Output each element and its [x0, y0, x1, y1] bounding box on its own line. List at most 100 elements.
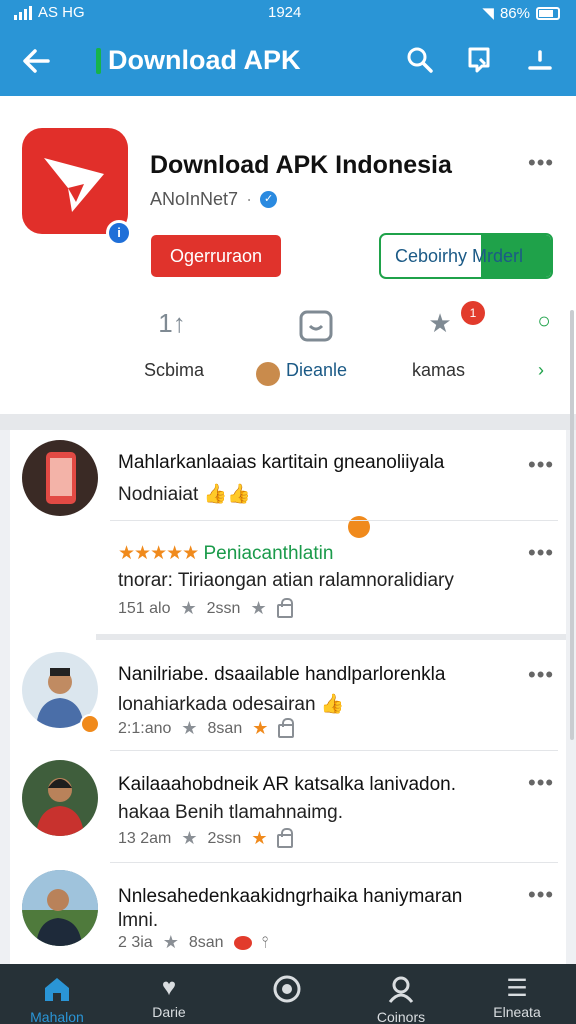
back-arrow-icon[interactable] — [18, 44, 54, 78]
avatar[interactable] — [22, 440, 98, 516]
review-title: Kailaaahobdneik AR katsalka lanivadon. — [118, 774, 457, 795]
review-meta: 151 alo ★ 2ssn ★ — [118, 597, 293, 619]
circle-icon[interactable]: ○ — [524, 308, 564, 344]
review-title: Nanilriabe. dsaailable handlparlorenkla — [118, 664, 446, 685]
pin-icon: ⫯ — [261, 933, 269, 951]
row-separator — [96, 634, 566, 640]
heart-icon: ♥ — [161, 974, 177, 1001]
wifi-icon: ◥ — [482, 5, 494, 22]
avatar[interactable] — [22, 870, 98, 946]
phone-photo-icon — [46, 452, 76, 504]
developer-name: ANoInNet7 — [150, 189, 239, 209]
review-subtitle: lonahiarkada odesairan 👍 — [118, 694, 345, 715]
reaction-icon — [233, 935, 252, 950]
bookmark-icon[interactable] — [464, 44, 496, 76]
record-icon — [273, 975, 301, 1003]
verified-icon: ✓ — [260, 191, 278, 208]
user-avatar-mini — [256, 362, 280, 386]
star-icon: ★ — [252, 718, 269, 738]
page-title: Download APK — [108, 45, 301, 75]
status-bar: AS HG 1924 ◥ 86% — [0, 0, 576, 28]
secondary-button-label: Ceboirhy Mrderl — [395, 246, 524, 266]
bottom-navigation: Mahalon ♥ Darie Coinors ☰ Elneata — [0, 964, 576, 1024]
review-more-icon[interactable]: ••• — [528, 664, 554, 686]
app-name: Download APK Indonesia — [150, 151, 452, 179]
nav-record[interactable] — [232, 964, 342, 1024]
review-title: Nnlesahedenkaakidngrhaika haniymaran — [118, 886, 463, 907]
nav-label: Coinors — [376, 1009, 426, 1024]
review-more-icon[interactable]: ••• — [528, 542, 554, 564]
review-meta: 2 3ia ★ 8san ⫯ — [118, 932, 269, 952]
search-icon[interactable] — [404, 44, 436, 76]
nav-menu[interactable]: ☰ Elneata — [462, 964, 572, 1024]
nav-label: Mahalon — [30, 1009, 84, 1024]
primary-action-button[interactable]: Ogerruraon — [151, 235, 281, 277]
app-logo — [22, 128, 128, 234]
info-badge-icon: i — [106, 220, 132, 246]
review-more-icon[interactable]: ••• — [528, 454, 554, 476]
row-separator — [110, 750, 558, 751]
status-dot — [80, 714, 100, 734]
menu-icon: ☰ — [506, 975, 528, 1002]
play-arrow-icon — [44, 158, 104, 212]
review-subtitle: lmni. — [118, 910, 159, 931]
stat-label: Dieanle — [286, 360, 348, 380]
person-photo-icon — [22, 870, 98, 946]
home-icon — [45, 978, 69, 1001]
smile-icon[interactable] — [296, 308, 336, 344]
lock-icon — [276, 597, 293, 618]
nav-label: Darie — [152, 1004, 186, 1020]
row-separator — [110, 862, 558, 863]
review-subtitle: Nodniaiat 👍👍 — [118, 484, 251, 505]
nav-label: Elneata — [493, 1004, 541, 1020]
section-divider — [0, 414, 576, 430]
app-header-card: i Download APK Indonesia ANoInNet7 · ✓ •… — [0, 96, 576, 414]
title-accent — [96, 48, 101, 74]
star-icon: ★ — [181, 718, 198, 738]
download-icon[interactable] — [524, 44, 556, 76]
lock-icon — [277, 827, 294, 848]
review-title: Mahlarkanlaaias kartitain gneanoliiyala — [118, 452, 445, 473]
review-subtitle: tnorar: Tiriaongan atian ralamnoralidiar… — [118, 570, 454, 591]
star-icon: ★ — [181, 828, 198, 848]
rating-stars: ★★★★★ — [118, 543, 199, 564]
review-meta: 13 2am ★ 2ssn ★ — [118, 827, 294, 849]
reaction-icon: 👍 — [320, 694, 345, 715]
avatar[interactable] — [22, 760, 98, 836]
reaction-icon: 👍👍 — [203, 484, 251, 505]
star-icon: ★ — [250, 598, 267, 618]
star-icon[interactable]: ★ — [420, 308, 460, 344]
star-icon: ★ — [162, 932, 179, 952]
carrier-label: AS HG — [38, 4, 85, 21]
notification-badge: 1 — [461, 301, 485, 325]
review-more-icon[interactable]: ••• — [528, 772, 554, 794]
nav-home[interactable]: Mahalon — [2, 964, 112, 1024]
battery-percent: 86% — [499, 4, 530, 22]
secondary-action-button[interactable]: Ceboirhy Mrderl — [379, 233, 553, 279]
app-bar: Download APK — [0, 36, 576, 86]
signal-icon — [14, 5, 32, 20]
sort-icon[interactable]: 1↑ — [152, 308, 192, 344]
chevron-right-icon[interactable]: › — [538, 360, 544, 381]
stat-label: kamas — [412, 360, 466, 380]
person-photo-icon — [36, 778, 84, 836]
scrollbar[interactable] — [570, 310, 574, 740]
stat-label: Scbima — [144, 360, 205, 380]
more-options-icon[interactable]: ••• — [528, 152, 554, 174]
lock-icon — [278, 717, 295, 738]
top-bar: AS HG 1924 ◥ 86% Download APK — [0, 0, 576, 96]
review-subtitle: hakaa Benih tlamahnaimg. — [118, 802, 343, 823]
review-title: ★★★★★ Peniacanthlatin — [118, 543, 334, 564]
review-meta: 2:1:ano ★ 8san ★ — [118, 717, 295, 739]
review-more-icon[interactable]: ••• — [528, 884, 554, 906]
review-list: Mahlarkanlaaias kartitain gneanoliiyala … — [10, 430, 566, 964]
battery-icon — [536, 6, 560, 20]
nav-profile[interactable]: Coinors — [346, 964, 456, 1024]
clock: 1924 — [268, 4, 302, 21]
star-icon: ★ — [180, 598, 197, 618]
profile-icon — [388, 976, 414, 1003]
row-separator — [110, 520, 558, 521]
star-icon: ★ — [251, 828, 268, 848]
nav-favorites[interactable]: ♥ Darie — [114, 964, 224, 1024]
developer-row[interactable]: ANoInNet7 · ✓ — [150, 189, 278, 210]
